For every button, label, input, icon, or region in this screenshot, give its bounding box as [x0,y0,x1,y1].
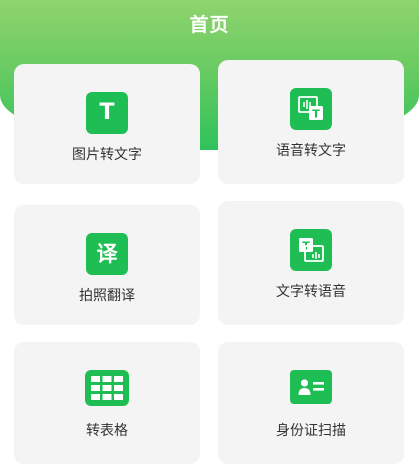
tool-card-image-to-text[interactable]: T 图片转文字 [14,64,200,184]
tool-label: 文字转语音 [276,284,346,300]
tool-card-photo-translate[interactable]: 译 拍照翻译 [14,205,200,325]
speech-to-text-glyph: T [298,96,323,121]
icon-glyph: T [99,100,115,125]
translate-icon: 译 [86,233,128,275]
tool-card-text-to-speech[interactable]: T 文字转语音 [218,201,404,325]
text-to-speech-icon: T [290,229,332,271]
icon-glyph: 译 [96,241,118,266]
tool-card-speech-to-text[interactable]: T 语音转文字 [218,60,404,184]
id-card-glyph [298,379,324,395]
table-icon [85,370,129,406]
tool-label: 转表格 [86,423,128,439]
speech-to-text-icon: T [290,88,332,130]
table-grid-glyph [91,376,123,400]
tool-card-to-table[interactable]: 转表格 [14,342,200,464]
page-title: 首页 [189,14,230,36]
icon-glyph: T [312,108,320,121]
tool-label: 身份证扫描 [276,423,346,439]
id-card-icon [290,370,332,404]
tool-card-id-card-scan[interactable]: 身份证扫描 [218,342,404,464]
image-to-text-icon: T [86,92,128,134]
tool-label: 语音转文字 [276,143,346,159]
tool-label: 拍照翻译 [79,288,135,304]
text-to-speech-glyph: T [299,238,324,262]
tool-label: 图片转文字 [72,147,142,163]
